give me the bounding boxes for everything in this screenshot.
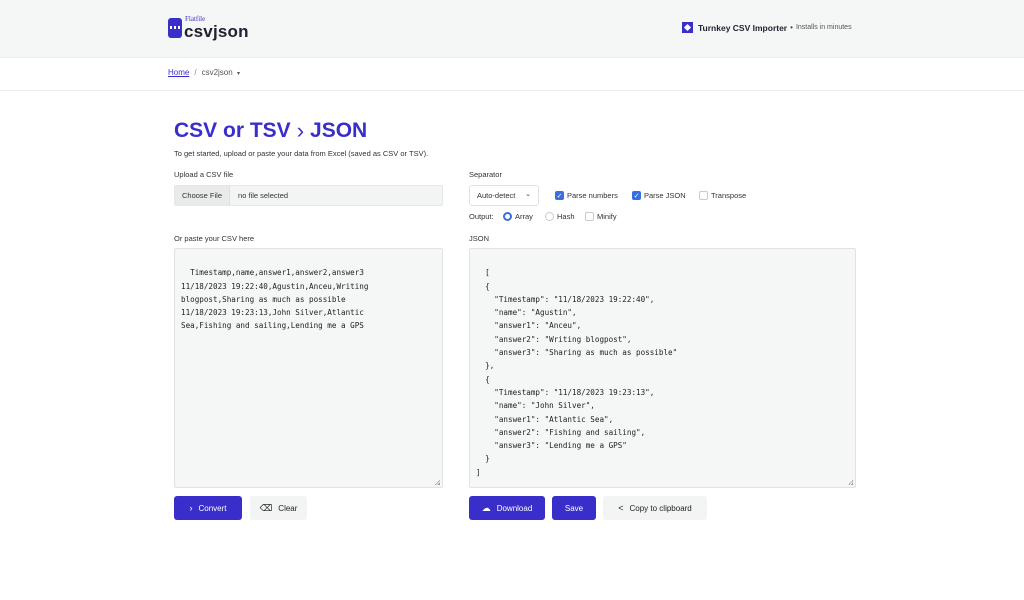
minify-checkbox[interactable]: Minify [585, 212, 617, 221]
promo-title: Turnkey CSV Importer [698, 22, 788, 33]
separator-value: Auto-detect [477, 191, 516, 200]
output-hash-radio[interactable]: Hash [545, 212, 575, 221]
upload-label: Upload a CSV file [174, 170, 234, 179]
csv-input-text: Timestamp,name,answer1,answer2,answer3 1… [181, 268, 369, 331]
checkbox-checked-icon: ✓ [555, 191, 564, 200]
checkbox-checked-icon: ✓ [632, 191, 641, 200]
importer-icon [682, 22, 693, 33]
output-label-wrap: Output: [469, 212, 494, 221]
copy-to-clipboard-button[interactable]: < Copy to clipboard [603, 496, 707, 520]
page-title: CSV or TSV › JSON [174, 118, 367, 144]
csv-input-textarea[interactable]: Timestamp,name,answer1,answer2,answer3 1… [174, 248, 443, 488]
parse-json-checkbox[interactable]: ✓ Parse JSON [632, 191, 686, 200]
download-label: Download [496, 503, 533, 513]
breadcrumb-current-dropdown[interactable]: csv2json ▾ [202, 68, 240, 77]
backspace-icon: ⌫ [259, 502, 273, 513]
checkbox-unchecked-icon [699, 191, 708, 200]
transpose-label: Transpose [711, 191, 747, 200]
output-label: Output: [469, 212, 494, 221]
parse-numbers-label: Parse numbers [567, 191, 618, 200]
parse-numbers-checkbox[interactable]: ✓ Parse numbers [555, 191, 618, 200]
output-array-radio[interactable]: Array [503, 212, 533, 221]
resize-handle[interactable] [848, 480, 853, 485]
title-target: JSON [310, 119, 368, 142]
logo-icon [168, 18, 182, 38]
clear-button[interactable]: ⌫ Clear [250, 496, 307, 520]
json-output-textarea[interactable]: [ { "Timestamp": "11/18/2023 19:22:40", … [469, 248, 856, 488]
importer-promo-link[interactable]: Turnkey CSV Importer • Installs in minut… [682, 22, 852, 33]
chevron-down-icon: ⌄ [525, 191, 531, 198]
file-upload-input[interactable]: Choose File no file selected [174, 185, 443, 206]
promo-subtitle: Installs in minutes [795, 24, 852, 31]
breadcrumb-home-link[interactable]: Home [168, 68, 189, 77]
breadcrumb-separator: / [194, 68, 197, 77]
resize-handle[interactable] [435, 480, 440, 485]
promo-separator: • [790, 23, 793, 32]
save-label: Save [564, 503, 584, 513]
transpose-checkbox[interactable]: Transpose [699, 191, 746, 200]
breadcrumb-current-label: csv2json [201, 68, 233, 77]
output-array-label: Array [515, 212, 533, 221]
breadcrumb-bar: Home / csv2json ▾ [0, 58, 1024, 91]
convert-label: Convert [198, 503, 227, 513]
logo-name: csvjson [184, 22, 249, 41]
output-hash-label: Hash [557, 212, 575, 221]
download-button[interactable]: ☁ Download [469, 496, 545, 520]
logo[interactable]: Flatfile csvjson [168, 16, 249, 40]
json-output-label: JSON [469, 234, 490, 243]
chevron-right-icon: › [189, 503, 193, 513]
choose-file-button[interactable]: Choose File [175, 186, 231, 205]
convert-button[interactable]: › Convert [174, 496, 242, 520]
chevron-right-icon: › [296, 118, 305, 143]
csv-input-label: Or paste your CSV here [174, 234, 255, 243]
copy-label: Copy to clipboard [629, 503, 692, 513]
radio-unselected-icon [545, 212, 554, 221]
separator-select[interactable]: Auto-detect ⌄ [469, 185, 539, 206]
save-button[interactable]: Save [552, 496, 596, 520]
share-icon: < [618, 503, 624, 513]
cloud-download-icon: ☁ [481, 502, 491, 513]
top-bar: Flatfile csvjson Turnkey CSV Importer • … [0, 0, 1024, 58]
caret-down-icon: ▾ [236, 71, 240, 77]
page-subtitle: To get started, upload or paste your dat… [174, 149, 429, 158]
separator-label: Separator [469, 170, 502, 179]
parse-json-label: Parse JSON [644, 191, 686, 200]
file-name-text: no file selected [238, 191, 289, 200]
breadcrumb: Home / csv2json ▾ [168, 68, 240, 77]
checkbox-unchecked-icon [585, 212, 594, 221]
minify-label: Minify [597, 212, 617, 221]
json-output-text: [ { "Timestamp": "11/18/2023 19:22:40", … [476, 268, 678, 477]
clear-label: Clear [278, 503, 298, 513]
radio-selected-icon [503, 212, 512, 221]
title-source: CSV or TSV [174, 119, 291, 142]
